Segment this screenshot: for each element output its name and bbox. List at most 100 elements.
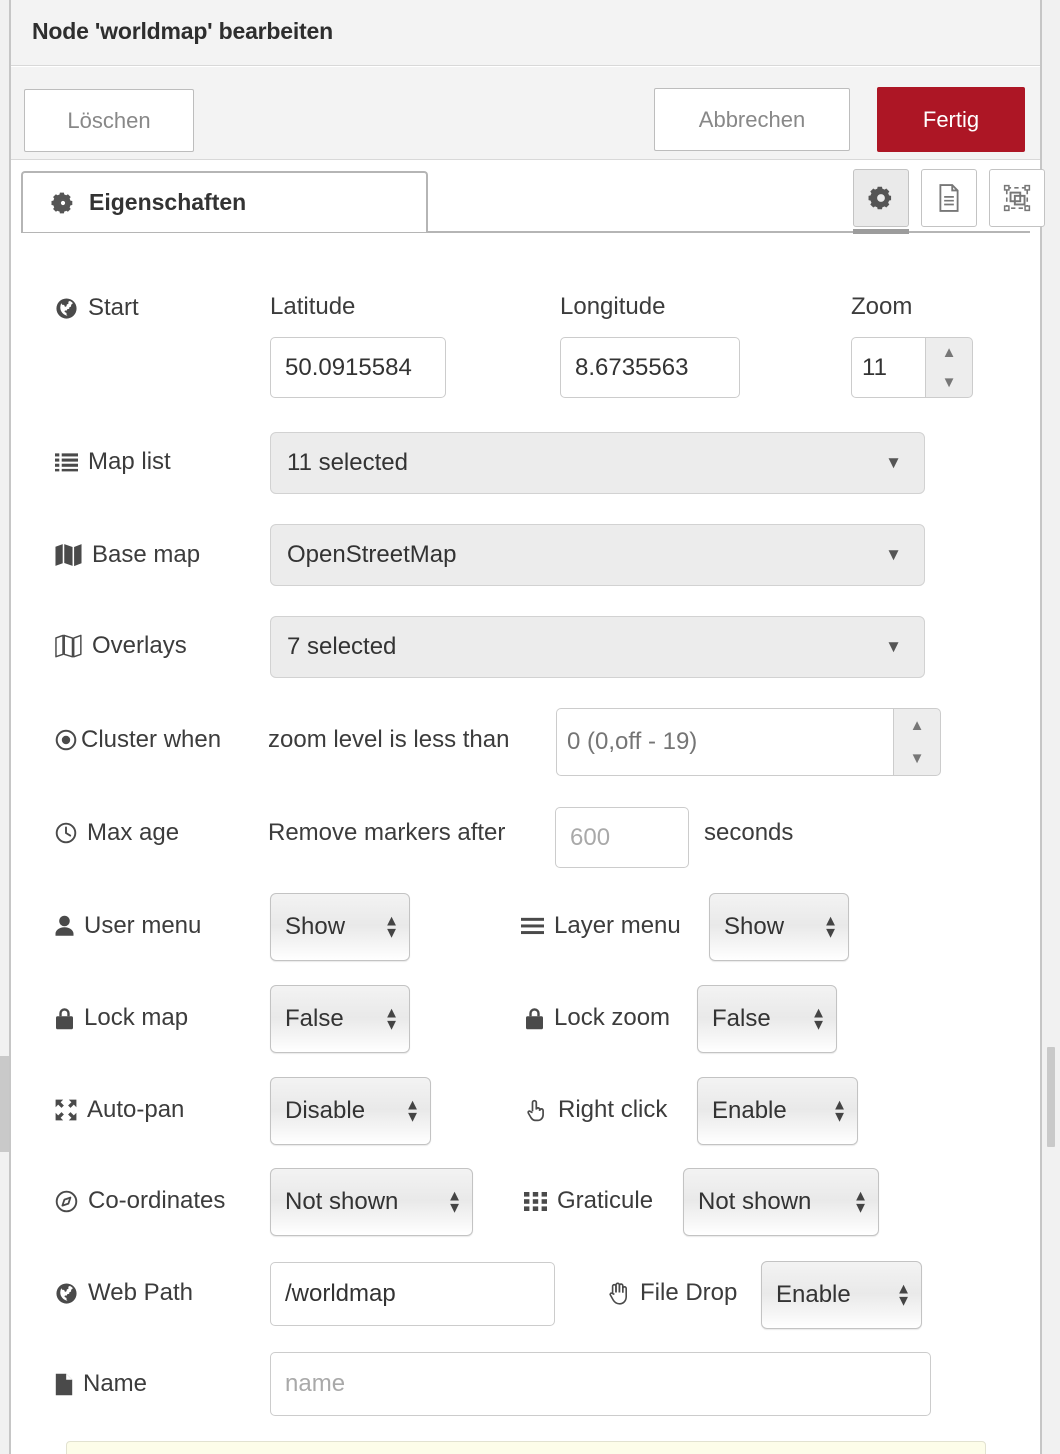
filedrop-value: Enable bbox=[776, 1281, 851, 1308]
arrows-alt-icon bbox=[55, 1099, 77, 1121]
list-icon bbox=[55, 452, 78, 472]
lockzoom-select[interactable]: False ▲ ▼ bbox=[697, 985, 837, 1053]
updown-icon: ▲ ▼ bbox=[823, 912, 838, 941]
bars-icon bbox=[521, 917, 544, 935]
left-scrollbar[interactable] bbox=[0, 0, 9, 1454]
chevron-down-icon[interactable]: ▼ bbox=[942, 375, 957, 390]
globe-icon bbox=[55, 1282, 78, 1305]
longitude-input[interactable] bbox=[560, 337, 740, 398]
delete-button[interactable]: Löschen bbox=[24, 89, 194, 152]
cluster-stepper[interactable]: ▲ ▼ bbox=[893, 708, 941, 776]
latitude-input[interactable] bbox=[270, 337, 446, 398]
graticule-value: Not shown bbox=[698, 1188, 812, 1215]
maxage-suffix: seconds bbox=[704, 819, 794, 846]
usermenu-value: Show bbox=[285, 913, 346, 940]
chevron-down-icon: ▼ bbox=[885, 453, 902, 472]
cluster-input[interactable] bbox=[556, 708, 894, 776]
graticule-label: Graticule bbox=[557, 1187, 654, 1214]
graticule-select[interactable]: Not shown ▲ ▼ bbox=[683, 1168, 879, 1236]
lockmap-label-group: Lock map bbox=[55, 1004, 188, 1032]
map-solid-icon bbox=[55, 543, 82, 567]
autopan-value: Disable bbox=[285, 1097, 366, 1124]
cluster-spinner[interactable]: ▲ ▼ bbox=[556, 708, 941, 776]
done-button[interactable]: Fertig bbox=[877, 87, 1025, 152]
updown-icon: ▲ ▼ bbox=[405, 1096, 420, 1125]
autopan-label-group: Auto-pan bbox=[55, 1096, 184, 1124]
lock-icon bbox=[55, 1007, 74, 1030]
maxage-label-group: Max age bbox=[55, 819, 179, 847]
name-label: Name bbox=[83, 1370, 148, 1397]
lockmap-label: Lock map bbox=[84, 1004, 189, 1031]
coordinates-label: Co-ordinates bbox=[88, 1187, 226, 1214]
filedrop-label-group: File Drop bbox=[608, 1279, 737, 1307]
basemap-label: Base map bbox=[92, 541, 201, 568]
maplist-select[interactable]: 11 selected ▼ bbox=[270, 432, 925, 494]
node-edit-dialog: Node 'worldmap' bearbeiten Löschen Abbre… bbox=[0, 0, 1060, 1454]
dialog-title: Node 'worldmap' bearbeiten bbox=[32, 18, 333, 44]
filedrop-select[interactable]: Enable ▲ ▼ bbox=[761, 1261, 922, 1329]
webpath-label: Web Path bbox=[88, 1279, 193, 1306]
left-scrollbar-thumb[interactable] bbox=[0, 1056, 9, 1152]
cluster-text: zoom level is less than bbox=[268, 726, 510, 753]
gear-icon bbox=[868, 186, 892, 210]
cluster-label: Cluster when bbox=[81, 726, 222, 753]
usermenu-label: User menu bbox=[84, 912, 202, 939]
rightclick-select[interactable]: Enable ▲ ▼ bbox=[697, 1077, 858, 1145]
overlays-label: Overlays bbox=[92, 632, 187, 659]
info-panel bbox=[66, 1441, 986, 1454]
maxage-input[interactable] bbox=[555, 807, 689, 868]
gear-icon bbox=[51, 191, 75, 215]
usermenu-select[interactable]: Show ▲ ▼ bbox=[270, 893, 410, 961]
properties-icon-button[interactable] bbox=[853, 169, 909, 234]
name-input[interactable] bbox=[270, 1352, 931, 1416]
autopan-select[interactable]: Disable ▲ ▼ bbox=[270, 1077, 431, 1145]
layermenu-label: Layer menu bbox=[554, 912, 681, 939]
layermenu-value: Show bbox=[724, 913, 785, 940]
start-label-group: Start bbox=[55, 294, 139, 322]
chevron-up-icon[interactable]: ▲ bbox=[910, 718, 925, 733]
updown-icon: ▲ ▼ bbox=[832, 1096, 847, 1125]
name-label-group: Name bbox=[55, 1370, 147, 1398]
maplist-label: Map list bbox=[88, 448, 171, 475]
maplist-value: 11 selected bbox=[287, 449, 408, 476]
maplist-label-group: Map list bbox=[55, 448, 171, 476]
description-icon-button[interactable] bbox=[921, 169, 977, 227]
webpath-input[interactable] bbox=[270, 1262, 555, 1326]
right-scrollbar-thumb[interactable] bbox=[1047, 1047, 1055, 1147]
start-label: Start bbox=[88, 294, 139, 321]
longitude-label: Longitude bbox=[560, 293, 666, 320]
rightclick-label-group: Right click bbox=[525, 1096, 667, 1124]
basemap-select[interactable]: OpenStreetMap ▼ bbox=[270, 524, 925, 586]
dialog-actionbar: Löschen Abbrechen Fertig bbox=[11, 67, 1040, 160]
lockmap-select[interactable]: False ▲ ▼ bbox=[270, 985, 410, 1053]
coordinates-label-group: Co-ordinates bbox=[55, 1187, 225, 1215]
zoom-spinner[interactable]: ▲ ▼ bbox=[851, 337, 973, 398]
dot-circle-icon bbox=[55, 729, 77, 751]
lock-icon bbox=[525, 1007, 544, 1030]
chevron-up-icon[interactable]: ▲ bbox=[942, 345, 957, 360]
hand-paper-icon bbox=[608, 1282, 630, 1305]
coordinates-select[interactable]: Not shown ▲ ▼ bbox=[270, 1168, 473, 1236]
properties-form: Start Latitude Longitude Zoom ▲ ▼ bbox=[11, 236, 1040, 1454]
lockzoom-label-group: Lock zoom bbox=[525, 1004, 670, 1032]
globe-icon bbox=[55, 297, 78, 320]
cancel-button[interactable]: Abbrechen bbox=[654, 88, 850, 151]
overlays-label-group: Overlays bbox=[55, 632, 187, 660]
zoom-stepper[interactable]: ▲ ▼ bbox=[925, 337, 973, 398]
layermenu-select[interactable]: Show ▲ ▼ bbox=[709, 893, 849, 961]
grid-icon bbox=[524, 1191, 547, 1211]
maxage-label: Max age bbox=[87, 819, 180, 846]
overlays-select[interactable]: 7 selected ▼ bbox=[270, 616, 925, 678]
lockzoom-value: False bbox=[712, 1005, 771, 1032]
zoom-input[interactable] bbox=[851, 337, 925, 398]
rightclick-value: Enable bbox=[712, 1097, 787, 1124]
chevron-down-icon[interactable]: ▼ bbox=[910, 751, 925, 766]
dialog-body: Node 'worldmap' bearbeiten Löschen Abbre… bbox=[11, 0, 1045, 1454]
appearance-icon-button[interactable] bbox=[989, 169, 1045, 227]
tab-properties[interactable]: Eigenschaften bbox=[21, 171, 428, 232]
coordinates-value: Not shown bbox=[285, 1188, 399, 1215]
basemap-label-group: Base map bbox=[55, 541, 200, 569]
tab-properties-label: Eigenschaften bbox=[89, 189, 247, 215]
updown-icon: ▲ ▼ bbox=[384, 1004, 399, 1033]
updown-icon: ▲ ▼ bbox=[384, 912, 399, 941]
